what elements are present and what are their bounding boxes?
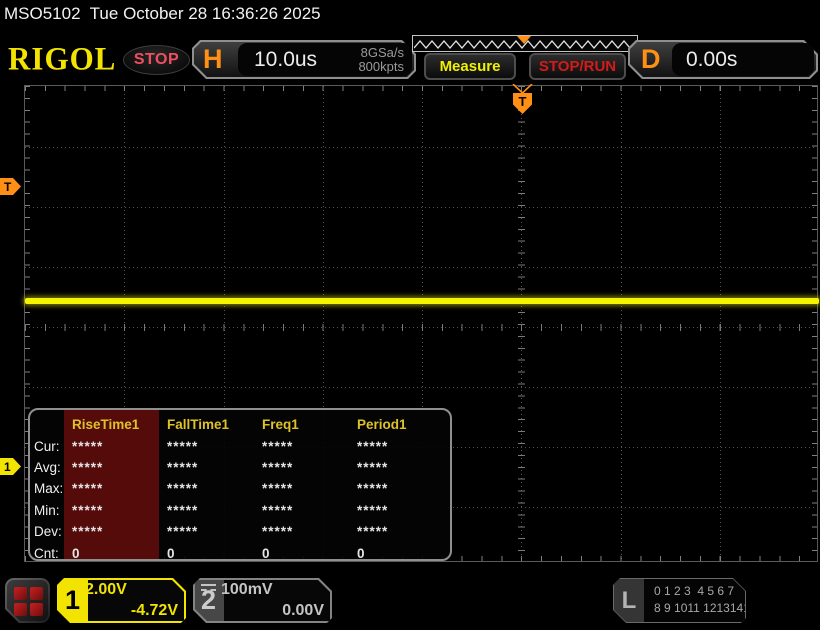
measurement-table: RiseTime1 FallTime1 Freq1 Period1 Cur: *… <box>28 408 452 561</box>
grid-ticks-top <box>25 86 817 91</box>
cell-value: ***** <box>262 502 294 518</box>
cell-value: ***** <box>72 438 104 454</box>
row-label: Dev: <box>34 524 62 540</box>
channel1-offset: -4.72V <box>130 602 178 619</box>
cell-value: 0 <box>72 545 81 561</box>
run-state-label: STOP <box>133 51 180 68</box>
timebase-value: 10.0us <box>254 48 318 71</box>
trigger-level-label: T <box>4 179 12 194</box>
bottom-bar: 1 2.00V -4.72V 2 100mV 0.00V L 0 1 2 3 4… <box>0 566 820 630</box>
rigol-logo: RIGOL <box>8 40 117 77</box>
trigger-level-marker[interactable]: T <box>0 178 21 195</box>
cell-value: ***** <box>167 524 199 540</box>
table-corner <box>30 414 66 435</box>
horizontal-label: H <box>203 44 223 74</box>
measure-button-label: Measure <box>439 58 501 75</box>
cell-value: ***** <box>357 502 389 518</box>
row-label: Max: <box>34 481 64 497</box>
channel2-scale-value: 100mV <box>221 581 273 598</box>
grid-hline <box>25 147 817 148</box>
column-header-falltime[interactable]: FallTime1 <box>161 414 256 435</box>
cell-value: 0 <box>167 545 176 561</box>
cell-value: ***** <box>357 524 389 540</box>
digital-row1: 0 1 2 3 4 5 6 7 <box>654 584 735 598</box>
digital-body: 0 1 2 3 4 5 6 7 8 9 1011 12131415 <box>644 579 745 622</box>
channel1-scale-value: 2.00V <box>85 581 127 598</box>
grid-hline <box>25 387 817 388</box>
column-header-risetime[interactable]: RiseTime1 <box>66 414 161 435</box>
sample-rate: 8GSa/s <box>360 45 404 60</box>
dc-coupling-icon <box>201 583 216 594</box>
timebase-display: 10.0us 8GSa/s 800kpts <box>238 43 412 76</box>
row-label: Avg: <box>34 459 61 475</box>
cell-value: 0 <box>262 545 271 561</box>
red-square-icon <box>30 603 43 616</box>
row-label: Cur: <box>34 438 60 454</box>
cell-value: ***** <box>167 502 199 518</box>
cell-value: ***** <box>262 438 294 454</box>
trigger-position-marker[interactable]: T <box>512 84 533 115</box>
red-square-icon <box>14 603 27 616</box>
delay-value: 0.00s <box>686 48 738 71</box>
model-and-datetime: MSO5102 Tue October 28 16:36:26 2025 <box>4 4 321 23</box>
channel2-scale: 100mV <box>201 581 273 599</box>
channel1-marker-label: 1 <box>4 459 11 474</box>
stop-run-button-label: STOP/RUN <box>538 58 617 75</box>
center-tick-line <box>25 324 817 331</box>
measurement-grid: RiseTime1 FallTime1 Freq1 Period1 Cur: *… <box>30 414 446 561</box>
red-square-icon <box>30 587 43 600</box>
waveform-position-bar[interactable] <box>412 35 638 52</box>
cell-value: ***** <box>357 481 389 497</box>
cell-value: 0 <box>357 545 366 561</box>
cell-value: ***** <box>167 481 199 497</box>
cell-value: ***** <box>167 438 199 454</box>
grid-hline <box>25 267 817 268</box>
cell-value: ***** <box>262 524 294 540</box>
cell-value: ***** <box>357 459 389 475</box>
channel2-badge[interactable]: 2 100mV 0.00V <box>193 578 332 623</box>
delay-display: 0.00s <box>672 43 814 76</box>
menu-grid-button[interactable] <box>5 578 50 623</box>
dc-coupling-icon <box>65 583 80 594</box>
delay-label: D <box>641 44 661 74</box>
run-state-badge: STOP <box>123 45 190 75</box>
position-indicator-icon[interactable] <box>517 36 531 44</box>
horizontal-timebase-widget[interactable]: H 10.0us 8GSa/s 800kpts <box>192 40 416 79</box>
row-label: Cnt: <box>34 545 59 561</box>
row-label: Min: <box>34 502 60 518</box>
cell-value: ***** <box>72 459 104 475</box>
digital-label: L <box>614 579 644 622</box>
cell-value: ***** <box>357 438 389 454</box>
measure-button[interactable]: Measure <box>424 53 516 80</box>
cell-value: ***** <box>262 459 294 475</box>
column-header-period[interactable]: Period1 <box>351 414 446 435</box>
trigger-position-v-icon <box>512 84 533 94</box>
column-header-freq[interactable]: Freq1 <box>256 414 351 435</box>
digital-channels-badge[interactable]: L 0 1 2 3 4 5 6 7 8 9 1011 12131415 <box>613 578 746 623</box>
cell-value: ***** <box>167 459 199 475</box>
cell-value: ***** <box>72 524 104 540</box>
channel1-offset-marker[interactable]: 1 <box>0 458 21 475</box>
channel1-scale: 2.00V <box>65 581 127 599</box>
channel2-offset: 0.00V <box>282 602 324 619</box>
cell-value: ***** <box>72 502 104 518</box>
cell-value: ***** <box>72 481 104 497</box>
stop-run-button[interactable]: STOP/RUN <box>529 53 626 80</box>
cell-value: ***** <box>262 481 294 497</box>
red-square-icon <box>14 587 27 600</box>
oscilloscope-screen: MSO5102 Tue October 28 16:36:26 2025 RIG… <box>0 0 820 630</box>
digital-row2: 8 9 1011 12131415 <box>654 601 757 615</box>
memory-depth: 800kpts <box>358 59 404 74</box>
delay-widget[interactable]: D 0.00s <box>628 40 818 79</box>
trigger-position-shield-icon: T <box>513 93 532 114</box>
channel1-badge[interactable]: 1 2.00V -4.72V <box>57 578 186 623</box>
channel1-waveform <box>25 298 819 304</box>
grid-hline <box>25 207 817 208</box>
